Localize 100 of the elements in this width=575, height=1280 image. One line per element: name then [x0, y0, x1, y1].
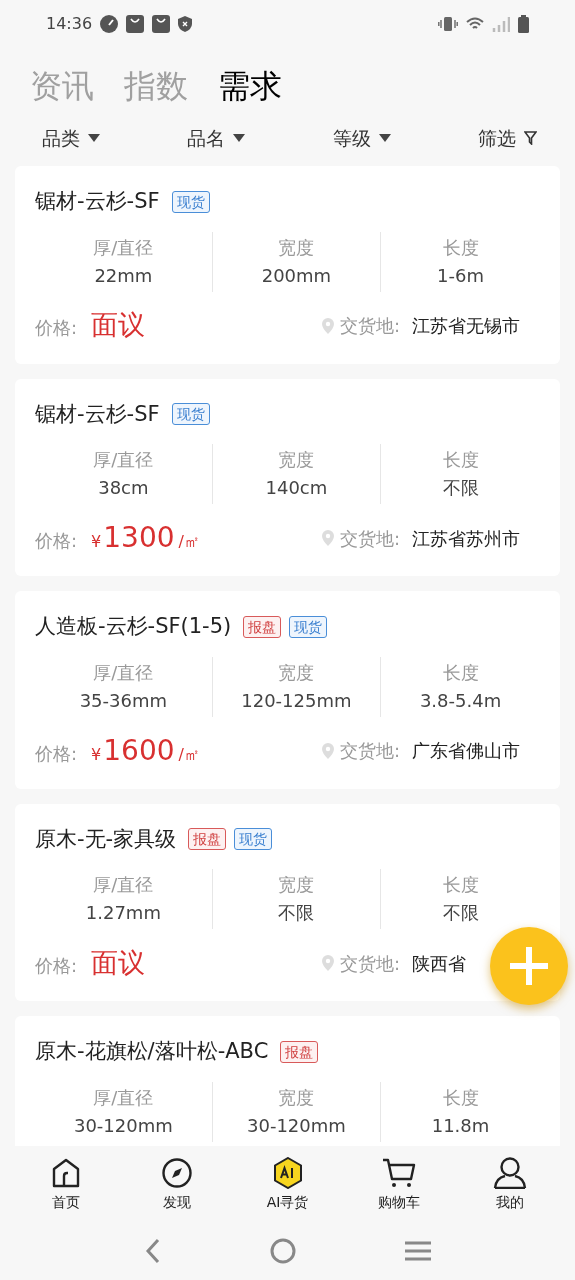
- gauge-icon: [100, 15, 119, 33]
- listing-card[interactable]: 锯材-云杉-SF 现货 厚/直径 22mm 宽度 200mm 长度 1-6m 价格: 面议 交货地: 江苏省无锡市: [15, 166, 560, 364]
- tag: 现货: [171, 190, 210, 213]
- spec-value: 1.27mm: [85, 901, 161, 925]
- spec-value: 38cm: [98, 476, 149, 500]
- nav-tab[interactable]: 购物车: [358, 1155, 439, 1213]
- currency-symbol: ¥: [91, 531, 102, 553]
- compass-icon: [161, 1157, 192, 1188]
- filter-dropdown[interactable]: 品类: [42, 123, 100, 153]
- spec-label: 厚/直径: [93, 1085, 154, 1110]
- spec-label: 宽度: [278, 1085, 315, 1110]
- spec-label: 宽度: [278, 660, 315, 685]
- delivery-location: 广东省佛山市: [412, 739, 521, 763]
- caret-icon: [88, 134, 100, 142]
- plus-icon: [508, 945, 550, 987]
- caret-icon: [378, 134, 391, 142]
- delivery-label: 交货地:: [340, 314, 401, 338]
- spec-label: 厚/直径: [93, 660, 154, 685]
- signal-icon: [492, 16, 510, 32]
- spec-label: 宽度: [278, 873, 315, 897]
- listing-title: 原木-花旗松/落叶松-ABC: [35, 1038, 269, 1065]
- filter-dropdown[interactable]: 等级: [332, 123, 391, 153]
- tag: 现货: [234, 828, 273, 851]
- tag: 报盘: [280, 1040, 319, 1063]
- price-label: 价格:: [35, 316, 78, 341]
- spec-label: 长度: [442, 235, 479, 260]
- spec-label: 厚/直径: [93, 873, 154, 897]
- spec-value: 30-120mm: [73, 1113, 173, 1138]
- spec-value: 30-120mm: [247, 1113, 346, 1138]
- listing-title: 原木-无-家具级: [35, 825, 177, 853]
- location-pin-icon: [322, 955, 334, 971]
- delivery-label: 交货地:: [340, 526, 401, 551]
- price-value: 1600: [103, 732, 175, 769]
- tab[interactable]: 需求: [218, 66, 282, 106]
- listing-card[interactable]: 原木-花旗松/落叶松-ABC 报盘 厚/直径 30-120mm 宽度 30-120mm 长度 11.8m: [15, 1016, 560, 1146]
- spec-value: 3.8-5.4m: [419, 688, 502, 713]
- price-unit: /㎡: [178, 531, 200, 553]
- spec-label: 长度: [442, 873, 479, 897]
- spec-value: 不限: [278, 901, 315, 925]
- spec-label: 厚/直径: [93, 448, 154, 472]
- listing-title: 锯材-云杉-SF: [35, 188, 160, 215]
- price-label: 价格:: [35, 953, 78, 978]
- user-icon: [492, 1156, 527, 1189]
- listing-card[interactable]: 人造板-云杉-SF(1-5) 报盘 现货 厚/直径 35-36mm 宽度 120-125mm 长度 3.8-5.4m 价格: ¥1600/㎡ 交货地: 广东省佛山市: [15, 591, 560, 789]
- listing-card[interactable]: 锯材-云杉-SF 现货 厚/直径 38cm 宽度 140cm 长度 不限 价格: ¥1300/㎡ 交货地: 江苏省苏州市: [15, 378, 560, 576]
- price-label: 价格:: [35, 741, 78, 766]
- cart-icon: [381, 1157, 416, 1188]
- shield-icon: [178, 16, 193, 32]
- nav-tab[interactable]: 首页: [25, 1155, 106, 1213]
- status-time: 14:36: [46, 13, 93, 35]
- delivery-label: 交货地:: [340, 739, 401, 763]
- spec-label: 长度: [442, 1085, 479, 1110]
- spec-value: 不限: [442, 901, 479, 925]
- spec-label: 厚/直径: [93, 235, 154, 260]
- spec-value: 22mm: [94, 263, 153, 288]
- home-button-icon[interactable]: [269, 1238, 296, 1264]
- delivery-label: 交货地:: [340, 951, 401, 976]
- location-pin-icon: [322, 742, 334, 759]
- wifi-icon: [466, 17, 484, 31]
- price-value: 1300: [103, 520, 175, 556]
- home-icon: [50, 1157, 81, 1188]
- location-pin-icon: [322, 530, 334, 546]
- delivery-location: 陕西省: [412, 951, 467, 976]
- spec-value: 11.8m: [431, 1113, 490, 1138]
- back-icon[interactable]: [144, 1238, 161, 1264]
- listing-title: 锯材-云杉-SF: [35, 400, 160, 428]
- spec-value: 1-6m: [437, 263, 484, 288]
- location-pin-icon: [322, 317, 334, 334]
- spec-label: 长度: [442, 660, 479, 685]
- menu-icon[interactable]: [404, 1240, 431, 1262]
- tag: 报盘: [243, 615, 282, 638]
- price-unit: /㎡: [178, 743, 200, 766]
- currency-symbol: ¥: [91, 743, 102, 766]
- delivery-location: 江苏省无锡市: [412, 314, 521, 338]
- bag-icon: [126, 15, 145, 33]
- spec-value: 不限: [442, 476, 479, 500]
- listing-card[interactable]: 原木-无-家具级 报盘 现货 厚/直径 1.27mm 宽度 不限 长度 不限 价格: 面议 交货地: 陕西省: [15, 803, 560, 1001]
- price-label: 价格:: [35, 529, 78, 553]
- nav-tab[interactable]: 我的: [469, 1155, 550, 1213]
- spec-value: 140cm: [265, 476, 328, 500]
- nav-tab[interactable]: 发现: [136, 1155, 217, 1213]
- price-value: 面议: [91, 308, 146, 343]
- spec-label: 宽度: [278, 448, 315, 472]
- spec-value: 200mm: [261, 263, 332, 288]
- caret-icon: [233, 134, 246, 142]
- vibrate-icon: [438, 16, 458, 32]
- spec-value: 120-125mm: [241, 688, 352, 713]
- delivery-location: 江苏省苏州市: [412, 526, 521, 551]
- funnel-icon: [524, 131, 537, 145]
- spec-value: 35-36mm: [79, 688, 168, 713]
- tag: 现货: [171, 403, 210, 426]
- spec-label: 长度: [442, 448, 479, 472]
- battery-icon: [518, 15, 529, 33]
- bag-icon: [152, 15, 171, 33]
- listing-title: 人造板-云杉-SF(1-5): [35, 613, 232, 640]
- tag: 报盘: [188, 828, 227, 851]
- price-value: 面议: [91, 945, 146, 980]
- filter-dropdown[interactable]: 筛选: [478, 123, 537, 153]
- filter-dropdown[interactable]: 品名: [187, 123, 246, 153]
- nav-tab[interactable]: AI寻货: [247, 1155, 328, 1213]
